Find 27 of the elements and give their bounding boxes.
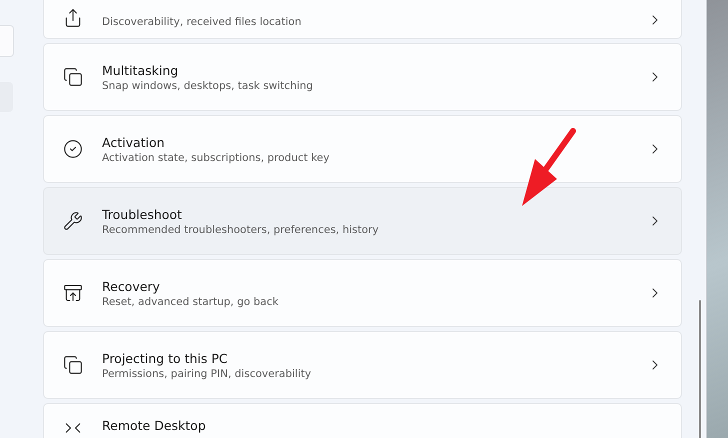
card-subtitle: Discoverability, received files location bbox=[102, 16, 302, 28]
card-title: Activation bbox=[102, 134, 166, 150]
settings-card[interactable]: Troubleshoot Recommended troubleshooters, preferences, history bbox=[43, 187, 682, 255]
settings-card[interactable]: Activation Activation state, subscriptions, product key bbox=[43, 115, 682, 183]
settings-card[interactable]: Discoverability, received files location bbox=[43, 0, 682, 39]
card-title: Multitasking bbox=[102, 62, 180, 78]
restore-icon bbox=[63, 283, 83, 303]
settings-card[interactable]: Remote Desktop bbox=[43, 403, 682, 438]
card-subtitle: Reset, advanced startup, go back bbox=[102, 296, 280, 308]
overlapping-squares-icon bbox=[63, 67, 83, 87]
wrench-icon bbox=[63, 211, 83, 231]
card-subtitle: Activation state, subscriptions, product key bbox=[102, 152, 330, 164]
scrollbar[interactable] bbox=[699, 300, 701, 438]
card-title: Recovery bbox=[102, 278, 161, 294]
check-circle-icon bbox=[63, 139, 83, 159]
card-title: Remote Desktop bbox=[102, 418, 207, 433]
card-subtitle: Snap windows, desktops, task switching bbox=[102, 80, 314, 92]
settings-card[interactable]: Projecting to this PC Permissions, pairing PIN, discoverability bbox=[43, 331, 682, 399]
share-icon bbox=[63, 8, 83, 28]
card-title: Projecting to this PC bbox=[102, 350, 229, 366]
settings-card[interactable]: Recovery Reset, advanced startup, go back bbox=[43, 259, 682, 327]
card-subtitle: Recommended troubleshooters, preferences, history bbox=[102, 224, 380, 236]
overlapping-screens-icon bbox=[63, 355, 83, 375]
settings-card[interactable]: Multitasking Snap windows, desktops, task switching bbox=[43, 43, 682, 111]
search-field[interactable] bbox=[0, 25, 14, 57]
card-subtitle: Permissions, pairing PIN, discoverability bbox=[102, 368, 312, 380]
card-title: Troubleshoot bbox=[102, 206, 183, 222]
